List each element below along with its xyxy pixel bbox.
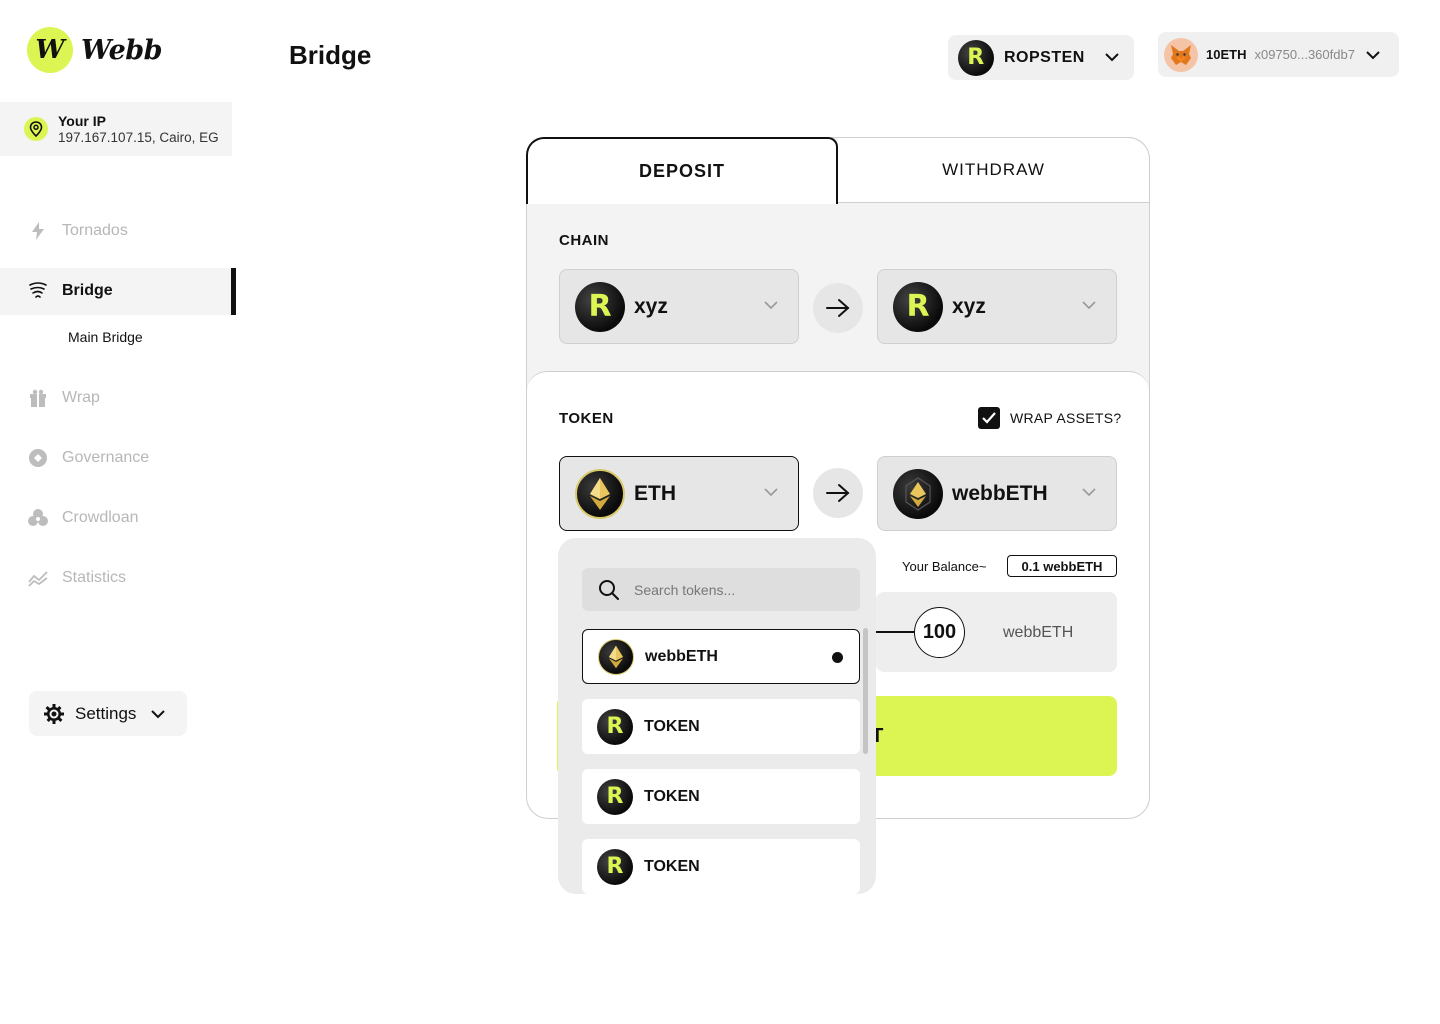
eth-icon [575, 468, 625, 519]
location-pin-icon [24, 117, 48, 141]
sidebar-item-label: Statistics [62, 569, 127, 586]
token-option-label: TOKEN [644, 787, 700, 805]
chevron-down-icon [764, 301, 778, 310]
wrap-assets-label: WRAP ASSETS? [1010, 410, 1122, 426]
token-option[interactable]: R TOKEN [582, 699, 860, 754]
sidebar-item-bridge[interactable]: Bridge [28, 281, 113, 301]
swap-chain-arrow-button[interactable] [813, 283, 863, 333]
webbeth-icon [893, 468, 943, 519]
chart-line-icon [28, 571, 48, 587]
network-name: ROPSTEN [1004, 48, 1085, 66]
settings-label: Settings [75, 703, 137, 723]
chevron-down-icon [764, 488, 778, 497]
wallet-button[interactable]: 10ETH x09750...360fdb7 [1158, 32, 1399, 77]
chain-r-icon: R [893, 281, 943, 332]
wallet-address: x09750...360fdb7 [1254, 47, 1355, 62]
crowdloan-icon [28, 509, 48, 526]
amount-unit: webbETH [1003, 624, 1074, 641]
metamask-fox-icon [1164, 37, 1198, 72]
destination-chain-name: xyz [952, 294, 986, 318]
chevron-down-icon [1105, 53, 1119, 62]
token-option-label: TOKEN [644, 857, 700, 875]
source-token-name: ETH [634, 481, 676, 505]
sidebar-item-governance[interactable]: Governance [28, 448, 149, 468]
arrow-right-icon [826, 484, 850, 502]
wrap-assets-checkbox[interactable]: WRAP ASSETS? [978, 407, 1122, 429]
source-chain-select[interactable]: R xyz [559, 269, 799, 344]
sidebar-item-statistics[interactable]: Statistics [28, 568, 126, 588]
sidebar-item-tornados[interactable]: Tornados [28, 221, 128, 241]
swap-token-arrow-button[interactable] [813, 468, 863, 518]
sidebar-item-label: Bridge [62, 282, 113, 299]
wallet-balance: 10ETH [1206, 47, 1247, 62]
sidebar-item-label: Governance [62, 449, 150, 466]
chevron-down-icon [1082, 301, 1096, 310]
token-option-label: TOKEN [644, 717, 700, 735]
tab-withdraw[interactable]: WITHDRAW [838, 137, 1150, 203]
logo-mark-icon: W [27, 27, 73, 73]
governance-icon [29, 449, 47, 467]
sidebar-item-crowdloan[interactable]: Crowdloan [28, 508, 138, 528]
ip-title: Your IP [58, 113, 106, 129]
chevron-down-icon [1366, 50, 1380, 59]
token-search[interactable] [582, 568, 860, 611]
source-token-select[interactable]: ETH [559, 456, 799, 531]
r-token-icon: R [597, 778, 633, 815]
tornado-icon [29, 282, 47, 298]
token-option[interactable]: R TOKEN [582, 769, 860, 824]
chain-label: CHAIN [559, 232, 609, 249]
token-option-webbeth[interactable]: webbETH [582, 629, 860, 684]
chain-r-icon: R [575, 281, 625, 332]
network-selector[interactable]: R ROPSTEN [948, 35, 1134, 80]
sidebar-active-indicator [231, 268, 236, 315]
search-icon [599, 579, 619, 600]
amount-slider-track[interactable] [876, 631, 916, 633]
token-search-input[interactable] [634, 581, 834, 598]
ropsten-icon: R [958, 39, 994, 76]
ip-info: Your IP 197.167.107.15, Cairo, EG [0, 102, 232, 156]
sidebar-item-label: Wrap [62, 389, 100, 406]
sidebar-item-label: Tornados [62, 222, 128, 239]
gear-icon [44, 703, 64, 724]
r-token-icon: R [597, 708, 633, 745]
lightning-icon [32, 222, 44, 240]
logo-text: Webb [81, 34, 163, 66]
token-option[interactable]: R TOKEN [582, 839, 860, 894]
r-token-icon: R [597, 848, 633, 885]
sidebar-item-label: Crowdloan [62, 509, 139, 526]
chevron-down-icon [1082, 488, 1096, 497]
source-chain-name: xyz [634, 294, 668, 318]
token-dropdown: webbETH R TOKEN R TOKEN R TOKEN [558, 538, 876, 894]
balance-badge: 0.1 webbETH [1007, 555, 1117, 577]
tab-deposit[interactable]: DEPOSIT [526, 137, 838, 204]
logo[interactable]: W Webb [27, 27, 163, 73]
gift-icon [30, 389, 46, 407]
arrow-right-icon [826, 299, 850, 317]
destination-token-name: webbETH [952, 481, 1048, 505]
amount-slider-knob[interactable]: 100 [914, 607, 965, 658]
settings-button[interactable]: Settings [29, 691, 187, 736]
selected-dot-icon [832, 652, 843, 663]
balance-label: Your Balance~ [902, 559, 987, 574]
destination-chain-select[interactable]: R xyz [877, 269, 1117, 344]
chevron-down-icon [151, 709, 166, 718]
token-label: TOKEN [559, 410, 614, 427]
destination-token-select[interactable]: webbETH [877, 456, 1117, 531]
ip-value: 197.167.107.15, Cairo, EG [58, 130, 219, 145]
token-option-label: webbETH [645, 647, 718, 665]
sidebar-item-wrap[interactable]: Wrap [28, 388, 100, 408]
dropdown-scrollbar[interactable] [863, 628, 868, 754]
sidebar-subitem-main-bridge[interactable]: Main Bridge [68, 329, 143, 345]
page-title: Bridge [289, 40, 372, 70]
eth-icon [598, 638, 634, 675]
checkmark-icon [978, 407, 1000, 429]
